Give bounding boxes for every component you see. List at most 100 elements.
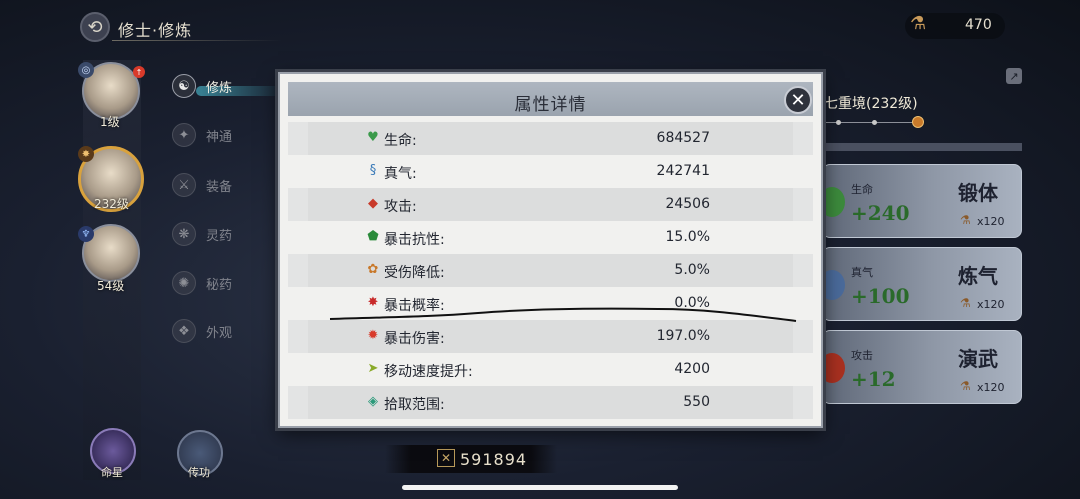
yin-yang-icon: ☯ [172,74,196,98]
menu-item-potion[interactable]: ✺ 秘药 [172,268,232,298]
bottle-icon: ⚗ [960,296,971,310]
attribute-row: ➤ 移动速度提升: 4200 [288,353,813,386]
attribute-label: 暴击概率: [384,298,445,314]
element-badge-icon: ◎ [78,62,94,78]
home-indicator[interactable] [402,485,678,490]
close-button[interactable]: ✕ [784,86,812,114]
crossed-swords-icon: ✕ [437,449,455,467]
currency-value: 470 [965,17,992,33]
card-action: 锻体 [958,181,998,205]
attribute-details-modal: 属性详情 ✕ ♥ 生命: 684527 § 真气: 242741 ◆ 攻击: 24506 ⬟ 暴击抗… [278,72,823,428]
attribute-value: 684527 [656,130,710,146]
equipment-icon: ⚔ [172,173,196,197]
menu-label: 外观 [206,325,233,341]
blade-icon: ◆ [368,196,378,211]
menu-label: 秘药 [206,277,233,293]
attribute-value: 550 [683,394,710,410]
attribute-value: 5.0% [674,262,710,278]
cultivate-card-qi[interactable]: 真气 +100 炼气 ⚗ x120 [819,247,1022,321]
armor-icon: ✿ [367,262,379,277]
skills-icon: ✦ [172,123,196,147]
close-icon: ✕ [790,89,806,111]
attribute-value: 197.0% [656,328,710,344]
crit-burst-icon: ✸ [367,295,379,310]
card-action: 演武 [958,347,998,371]
card-stat: 生命 [851,183,873,196]
attribute-row: ◆ 攻击: 24506 [288,188,813,221]
attribute-label: 暴击抗性: [384,232,445,248]
share-icon[interactable]: ↗ [1006,68,1022,84]
character-level: 232级 [94,197,129,211]
realm-progress-track [820,122,920,123]
heart-icon: ♥ [367,130,379,145]
card-bonus: +240 [851,201,910,225]
menu-label: 灵药 [206,228,233,244]
menu-item-skills[interactable]: ✦ 神通 [172,120,232,150]
element-badge-icon: ♆ [78,226,94,242]
card-cost: x120 [977,381,1005,394]
upgrade-arrow-icon: ↑ [133,66,145,78]
attribute-value: 24506 [665,196,710,212]
character-level: 1级 [100,115,120,129]
attribute-row: ⬟ 暴击抗性: 15.0% [288,221,813,254]
bottle-icon: ⚗ [960,213,971,227]
title-underline [112,40,282,41]
attribute-value: 242741 [656,163,710,179]
modal-title: 属性详情 [514,95,587,115]
qi-swirl-icon: § [369,163,377,178]
character-level: 54级 [97,279,125,293]
cultivate-card-martial[interactable]: 攻击 +12 演武 ⚗ x120 [819,330,1022,404]
cultivate-card-body[interactable]: 生命 +240 锻体 ⚗ x120 [819,164,1022,238]
card-stat: 攻击 [851,349,873,362]
herb-icon: ❋ [172,222,196,246]
modal-header: 属性详情 ✕ [288,82,813,116]
page-title: 修士·修炼 [118,21,193,40]
realm-node [872,120,877,125]
boot-icon: ➤ [367,361,379,376]
attribute-row: ◈ 拾取范围: 550 [288,386,813,419]
card-cost: x120 [977,298,1005,311]
card-bonus: +100 [851,284,910,308]
card-bonus: +12 [851,367,896,391]
attribute-value: 0.0% [674,295,710,311]
appearance-icon: ❖ [172,319,196,343]
attribute-value: 4200 [674,361,710,377]
shield-icon: ⬟ [367,229,379,244]
attribute-label: 受伤降低: [384,265,445,281]
attribute-label: 攻击: [384,199,417,215]
attribute-value: 15.0% [665,229,710,245]
menu-item-appearance[interactable]: ❖ 外观 [172,316,232,346]
realm-node [836,120,841,125]
back-arrow-icon: ⟲ [87,16,103,38]
element-badge-icon: ✸ [78,146,94,162]
potion-icon: ✺ [172,271,196,295]
attribute-row: ♥ 生命: 684527 [288,122,813,155]
attribute-label: 拾取范围: [384,397,445,413]
bottle-icon: ⚗ [960,379,971,393]
attribute-label: 真气: [384,166,417,182]
menu-label: 神通 [206,129,233,145]
attribute-list[interactable]: ♥ 生命: 684527 § 真气: 242741 ◆ 攻击: 24506 ⬟ 暴击抗性: 15.0%… [288,122,813,420]
menu-item-equipment[interactable]: ⚔ 装备 [172,170,232,200]
attribute-label: 生命: [384,133,417,149]
magnet-icon: ◈ [368,394,378,409]
card-cost: x120 [977,215,1005,228]
menu-label: 装备 [206,179,233,195]
power-value: 591894 [460,450,528,469]
attribute-row: § 真气: 242741 [288,155,813,188]
card-action: 炼气 [958,264,998,288]
realm-end-icon [912,116,924,128]
realm-title: 七重境(232级) [824,96,918,112]
menu-item-herb[interactable]: ❋ 灵药 [172,219,232,249]
menu-item-cultivate[interactable]: ☯ 修炼 [172,71,232,101]
fate-star-label: 命星 [101,466,123,479]
attribute-row: ✿ 受伤降低: 5.0% [288,254,813,287]
inherit-label: 传功 [188,466,210,479]
menu-label: 修炼 [206,80,233,96]
crit-damage-icon: ✹ [367,328,379,343]
realm-strip [822,143,1022,151]
attribute-label: 移动速度提升: [384,364,473,380]
bottle-icon: ⚗ [910,13,927,34]
card-stat: 真气 [851,266,873,279]
back-button[interactable]: ⟲ [80,12,110,42]
